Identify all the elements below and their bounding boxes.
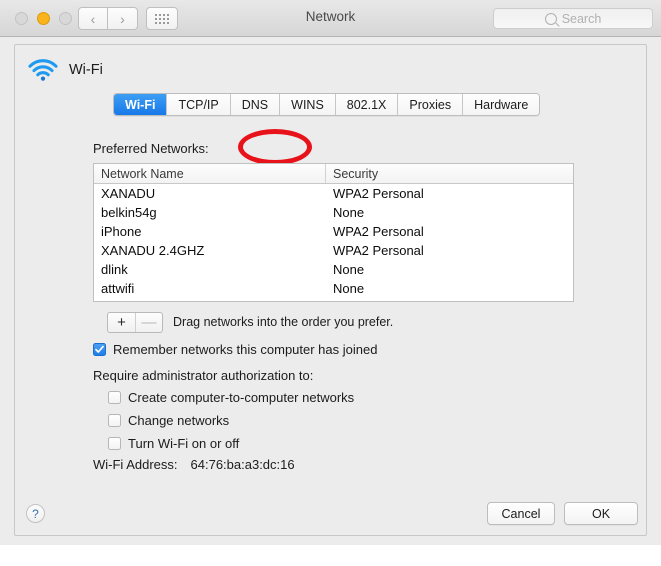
ok-button[interactable]: OK <box>564 502 638 525</box>
table-row[interactable]: attwifi None <box>94 279 573 298</box>
tab-wins[interactable]: WINS <box>280 94 336 115</box>
help-button[interactable]: ? <box>26 504 45 523</box>
wifi-address-label: Wi-Fi Address: <box>93 457 178 472</box>
tab-hardware[interactable]: Hardware <box>463 94 540 115</box>
tab-proxies[interactable]: Proxies <box>398 94 464 115</box>
column-header-network-name[interactable]: Network Name <box>94 164 326 183</box>
preferences-panel: Wi-Fi Wi-Fi TCP/IP DNS WINS 802.1X Proxi… <box>14 44 647 536</box>
search-placeholder: Search <box>561 11 602 26</box>
change-networks-checkbox[interactable] <box>108 414 121 427</box>
admin-option-row-change-networks[interactable]: Change networks <box>108 413 229 428</box>
cell-security: WPA2 Personal <box>333 243 424 258</box>
checkmark-icon <box>95 345 104 353</box>
wifi-address-value: 64:76:ba:a3:dc:16 <box>190 457 295 472</box>
tab-tcp-ip[interactable]: TCP/IP <box>167 94 231 115</box>
table-row[interactable]: XANADU 2.4GHZ WPA2 Personal <box>94 241 573 260</box>
wifi-address-row: Wi-Fi Address: 64:76:ba:a3:dc:16 <box>93 457 295 472</box>
cell-network-name: dlink <box>101 262 128 277</box>
window-titlebar: ‹ › Network Search <box>0 0 661 37</box>
cell-network-name: attwifi <box>101 281 135 296</box>
list-controls: + — <box>107 312 163 333</box>
cell-security: None <box>333 205 365 220</box>
cancel-button[interactable]: Cancel <box>487 502 555 525</box>
cell-network-name: belkin54g <box>101 205 157 220</box>
turn-wifi-on-off-checkbox[interactable] <box>108 437 121 450</box>
search-input[interactable]: Search <box>493 8 653 29</box>
add-network-button[interactable]: + <box>108 313 135 332</box>
table-body: XANADU WPA2 Personal belkin54g None iPho… <box>94 184 573 298</box>
search-icon <box>544 12 557 25</box>
cell-security: WPA2 Personal <box>333 224 424 239</box>
tab-dns[interactable]: DNS <box>230 94 281 115</box>
tab-802-1x[interactable]: 802.1X <box>335 94 399 115</box>
remember-networks-checkbox-row[interactable]: Remember networks this computer has join… <box>93 342 377 357</box>
cell-network-name: XANADU <box>101 186 156 201</box>
preferences-tab-bar: Wi-Fi TCP/IP DNS WINS 802.1X Proxies Har… <box>113 93 541 116</box>
preferred-networks-table[interactable]: Network Name Security XANADU WPA2 Person… <box>93 163 574 302</box>
table-row[interactable]: dlink None <box>94 260 573 279</box>
remember-networks-label: Remember networks this computer has join… <box>113 342 378 357</box>
drag-order-hint: Drag networks into the order you prefer. <box>173 315 394 329</box>
tab-wi-fi[interactable]: Wi-Fi <box>114 94 168 115</box>
network-preferences-window: ‹ › Network Search Wi-Fi Wi-Fi TCP/IP DN… <box>0 0 661 545</box>
remove-network-button[interactable]: — <box>135 313 162 332</box>
cell-security: None <box>333 281 365 296</box>
service-header: Wi-Fi <box>28 59 103 81</box>
change-networks-label: Change networks <box>128 413 230 428</box>
admin-option-row-turn-wifi-on-off[interactable]: Turn Wi-Fi on or off <box>108 436 239 451</box>
dns-tab-highlight-annotation <box>238 129 312 165</box>
table-header-row: Network Name Security <box>94 164 573 184</box>
cell-security: WPA2 Personal <box>333 186 424 201</box>
preferred-networks-label: Preferred Networks: <box>93 141 209 156</box>
cell-network-name: XANADU 2.4GHZ <box>101 243 205 258</box>
table-row[interactable]: XANADU WPA2 Personal <box>94 184 573 203</box>
admin-auth-label: Require administrator authorization to: <box>93 368 314 383</box>
admin-option-row-create-networks[interactable]: Create computer-to-computer networks <box>108 390 354 405</box>
service-name: Wi-Fi <box>69 62 103 78</box>
turn-wifi-on-off-label: Turn Wi-Fi on or off <box>128 436 240 451</box>
column-header-security[interactable]: Security <box>326 164 573 183</box>
remember-networks-checkbox[interactable] <box>93 343 106 356</box>
table-row[interactable]: belkin54g None <box>94 203 573 222</box>
create-computer-networks-label: Create computer-to-computer networks <box>128 390 355 405</box>
cell-security: None <box>333 262 365 277</box>
cell-network-name: iPhone <box>101 224 142 239</box>
table-row[interactable]: iPhone WPA2 Personal <box>94 222 573 241</box>
wifi-icon <box>28 59 58 81</box>
create-computer-networks-checkbox[interactable] <box>108 391 121 404</box>
